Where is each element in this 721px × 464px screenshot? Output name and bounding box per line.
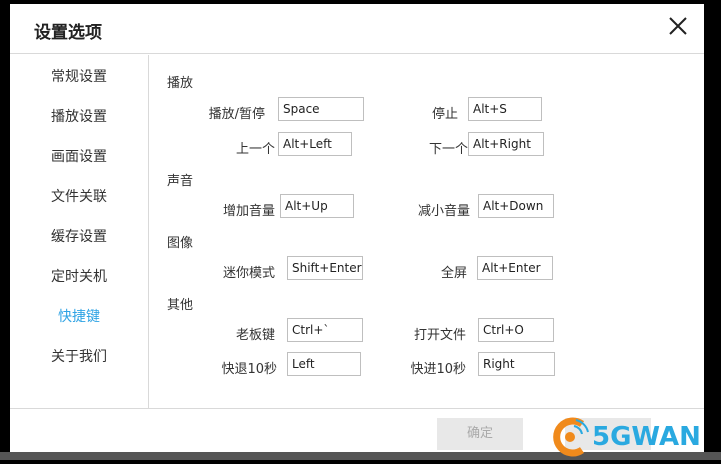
vol-up-input[interactable]: Alt+Up	[280, 194, 354, 218]
forward-label: 快进10秒	[410, 362, 466, 377]
vol-down-label: 减小音量	[417, 204, 470, 219]
next-label: 下一个	[428, 142, 468, 157]
sidebar-item-picture[interactable]: 画面设置	[10, 145, 148, 169]
next-input[interactable]: Alt+Right	[468, 132, 544, 156]
play-pause-label: 播放/暂停	[208, 107, 265, 122]
fullscreen-label: 全屏	[440, 266, 467, 281]
watermark-logo: 5GWAN	[548, 414, 721, 460]
shortcut-panel: 播放 播放/暂停 Space 停止 Alt+S 上一个 Alt+Left 下一个…	[150, 55, 704, 408]
section-playback: 播放	[167, 76, 194, 91]
sidebar-item-file-association[interactable]: 文件关联	[10, 185, 148, 209]
watermark-text: 5GWAN	[592, 422, 701, 452]
sidebar-item-shortcuts[interactable]: 快捷键	[10, 305, 148, 329]
section-sound: 声音	[167, 174, 194, 189]
sidebar: 常规设置 播放设置 画面设置 文件关联 缓存设置 定时关机 快捷键 关于我们	[10, 55, 149, 408]
section-image: 图像	[167, 236, 194, 251]
sidebar-item-cache[interactable]: 缓存设置	[10, 225, 148, 249]
prev-label: 上一个	[235, 142, 275, 157]
boss-key-label: 老板键	[235, 328, 275, 343]
mini-mode-input[interactable]: Shift+Enter	[287, 256, 363, 280]
title-bar: 设置选项	[10, 4, 704, 54]
open-file-input[interactable]: Ctrl+O	[478, 318, 554, 342]
stop-input[interactable]: Alt+S	[468, 97, 542, 121]
fullscreen-input[interactable]: Alt+Enter	[477, 256, 553, 280]
sidebar-item-playback[interactable]: 播放设置	[10, 105, 148, 129]
section-other: 其他	[167, 298, 194, 313]
close-icon[interactable]	[666, 14, 690, 38]
boss-key-input[interactable]: Ctrl+`	[287, 318, 363, 342]
dialog-title: 设置选项	[34, 23, 102, 43]
sidebar-item-timer-shutdown[interactable]: 定时关机	[10, 265, 148, 289]
rewind-label: 快退10秒	[221, 362, 277, 377]
sidebar-item-about[interactable]: 关于我们	[10, 345, 148, 369]
forward-input[interactable]: Right	[478, 352, 555, 376]
open-file-label: 打开文件	[413, 328, 466, 343]
rewind-input[interactable]: Left	[287, 352, 361, 376]
prev-input[interactable]: Alt+Left	[278, 132, 352, 156]
stop-label: 停止	[431, 107, 458, 122]
vol-up-label: 增加音量	[222, 204, 275, 219]
ok-button[interactable]: 确定	[437, 418, 523, 450]
watermark-c-icon	[553, 417, 589, 457]
mini-mode-label: 迷你模式	[222, 266, 275, 281]
sidebar-item-general[interactable]: 常规设置	[10, 65, 148, 89]
settings-dialog: 设置选项 常规设置 播放设置 画面设置 文件关联 缓存设置 定时关机 快捷键 关…	[10, 4, 704, 456]
play-pause-input[interactable]: Space	[278, 97, 364, 121]
vol-down-input[interactable]: Alt+Down	[478, 194, 554, 218]
